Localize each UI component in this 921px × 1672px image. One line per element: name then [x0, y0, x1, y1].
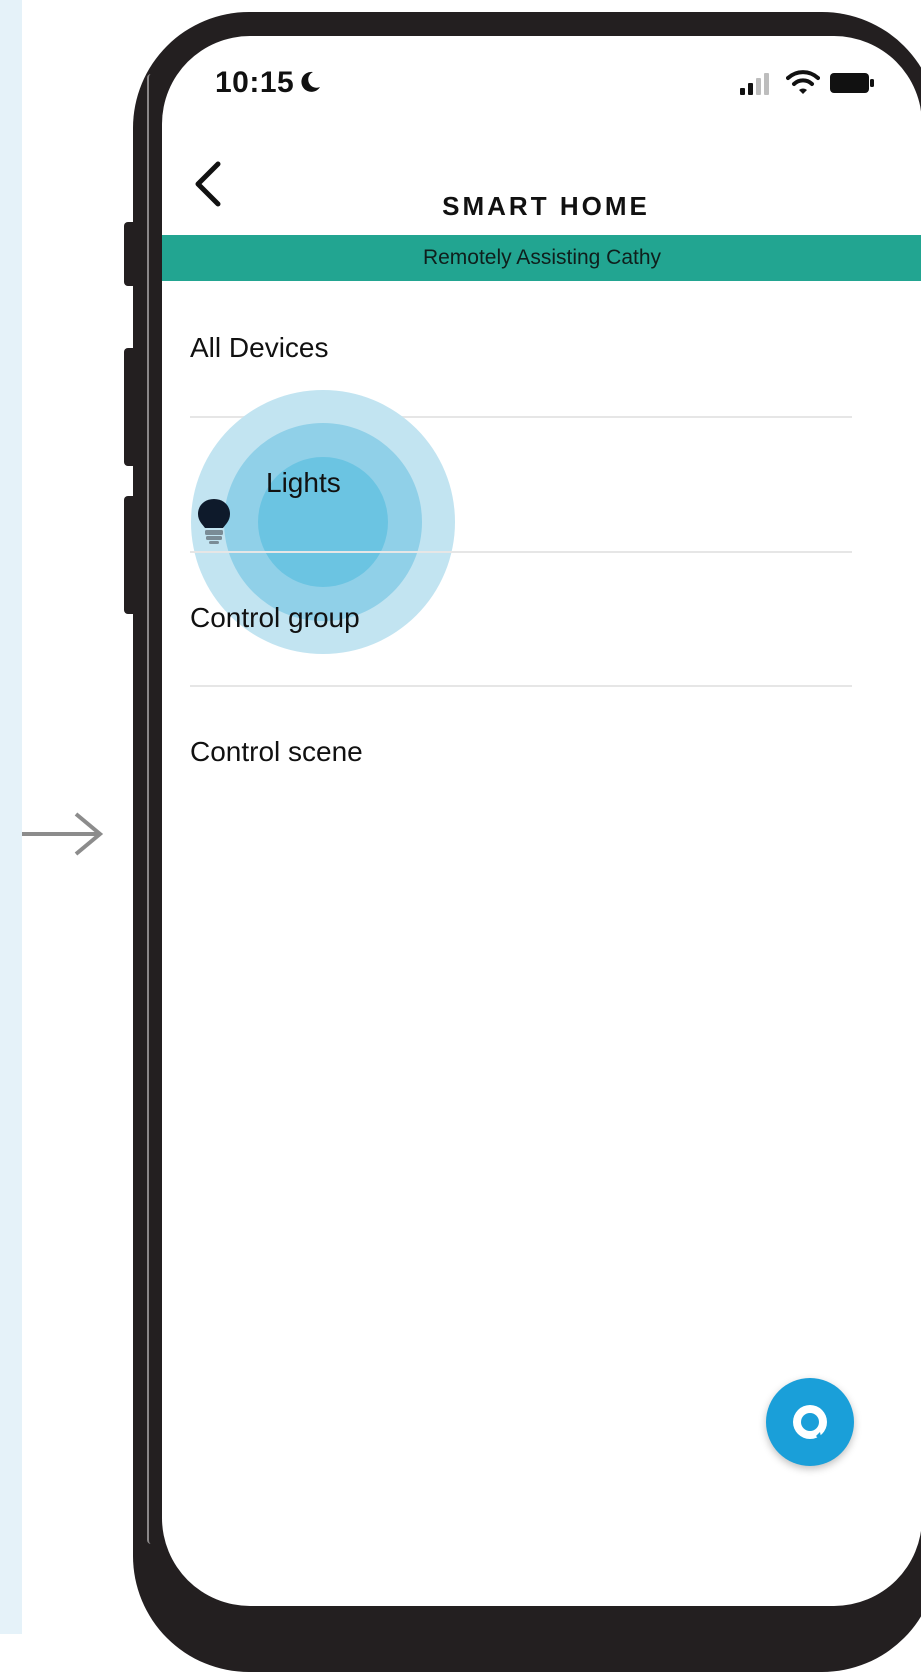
list-item-label: Control group	[190, 602, 360, 633]
signal-icon	[740, 73, 769, 95]
list-item-control-scene[interactable]: Control scene	[190, 686, 852, 820]
alexa-button[interactable]	[766, 1378, 854, 1466]
right-arrow-icon	[22, 812, 104, 856]
remote-assist-banner: Remotely Assisting Cathy	[162, 235, 921, 281]
list-item-control-group[interactable]: Control group	[190, 552, 852, 686]
alexa-icon	[793, 1405, 827, 1442]
list-item-label: Control scene	[190, 736, 363, 767]
phone-edge-highlight	[147, 74, 155, 1544]
left-strip	[0, 0, 22, 1634]
status-time: 10:15	[215, 66, 295, 99]
battery-icon	[830, 73, 874, 93]
list-item-label: Lights	[266, 467, 341, 498]
phone-screen: 10:15 SMART HOME Remotely Assisting Cath…	[162, 36, 921, 1606]
list-item-lights[interactable]: Lights	[190, 417, 852, 551]
list-item-label: All Devices	[190, 332, 329, 363]
wifi-icon	[786, 70, 820, 94]
page-title: SMART HOME	[442, 191, 650, 221]
moon-icon	[301, 71, 320, 92]
